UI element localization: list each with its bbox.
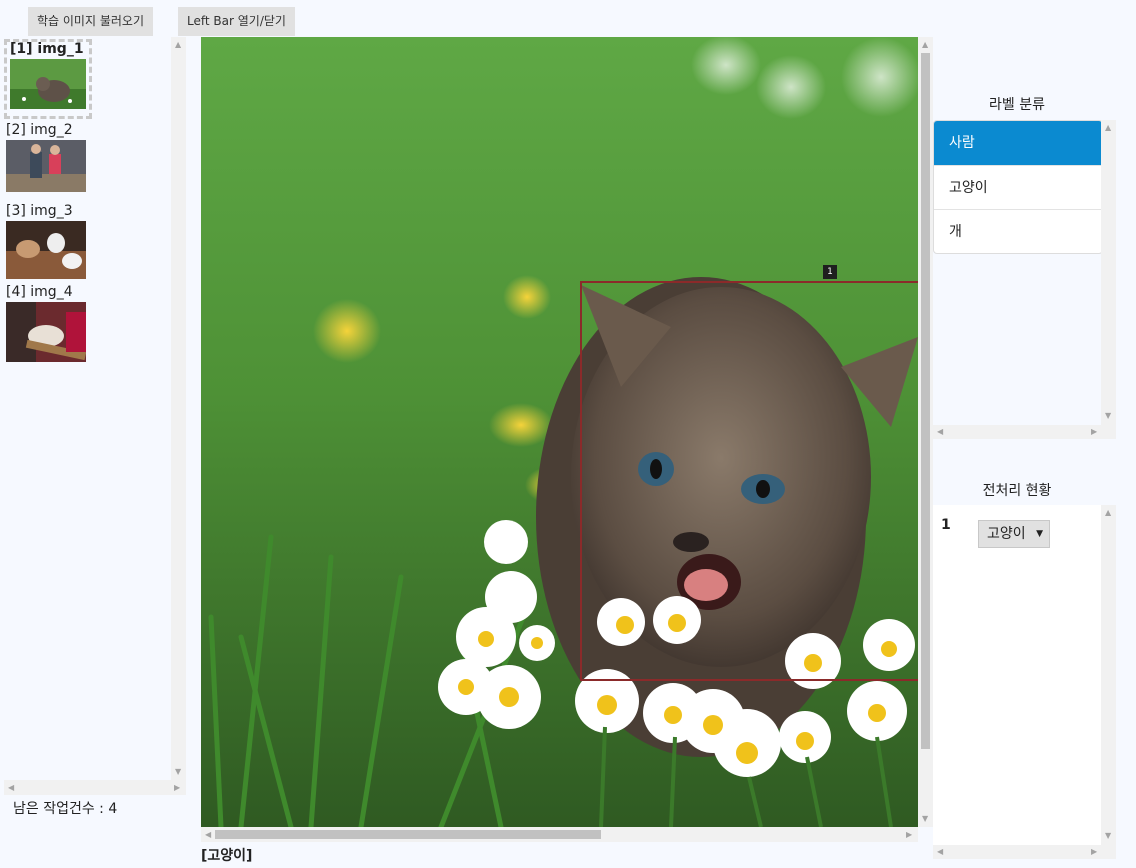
label-panel-horizontal-scrollbar[interactable]: ◀ ▶ — [933, 425, 1116, 439]
bounding-box-tag[interactable]: 1 — [823, 265, 837, 279]
label-class-dog[interactable]: 개 — [934, 209, 1102, 253]
label-class-list: 사람 고양이 개 — [933, 120, 1103, 254]
load-images-button[interactable]: 학습 이미지 불러오기 — [28, 7, 153, 36]
thumbnail-item-img-4[interactable]: [4] img_4 — [6, 284, 90, 362]
thumbnail-item-img-3[interactable]: [3] img_3 — [6, 203, 90, 279]
viewer-horizontal-scrollbar[interactable]: ◀ ▶ — [201, 827, 918, 842]
thumbnail-item-img-1[interactable]: [1] img_1 — [4, 39, 92, 119]
thumbnail-panel-horizontal-scrollbar[interactable]: ◀ ▶ — [4, 780, 186, 795]
preprocess-panel-horizontal-scrollbar[interactable]: ◀ ▶ — [933, 845, 1116, 859]
label-class-cat[interactable]: 고양이 — [934, 165, 1102, 209]
thumbnail-label: [2] img_2 — [6, 122, 73, 138]
preprocess-panel-vertical-scrollbar[interactable]: ▲ ▼ — [1101, 505, 1116, 845]
preprocess-panel-title: 전처리 현황 — [982, 483, 1052, 499]
toggle-left-bar-button[interactable]: Left Bar 열기/닫기 — [178, 7, 295, 36]
preprocess-row-index: 1 — [941, 517, 951, 533]
preprocess-class-value: 고양이 — [987, 526, 1026, 542]
thumbnail-image — [6, 302, 86, 362]
thumbnail-image — [10, 59, 86, 109]
thumbnail-panel-vertical-scrollbar[interactable]: ▲ ▼ — [171, 37, 186, 780]
viewer-vertical-scroll-thumb[interactable] — [921, 53, 930, 749]
preprocess-panel: 1 고양이 ▼ — [933, 505, 1101, 845]
thumbnail-item-img-2[interactable]: [2] img_2 — [6, 122, 90, 192]
image-viewer[interactable]: 1 — [201, 37, 918, 827]
thumbnail-image — [6, 140, 86, 192]
label-panel-title: 라벨 분류 — [989, 97, 1045, 113]
thumbnail-image — [6, 221, 86, 279]
thumbnail-label: [4] img_4 — [6, 284, 73, 300]
selected-label-caption: [고양이] — [201, 848, 253, 864]
bounding-box[interactable] — [580, 281, 918, 681]
thumbnail-panel: [1] img_1 [2] img_2 [3] img_3 [4] img_4 — [4, 37, 186, 795]
chevron-down-icon: ▼ — [1036, 529, 1043, 539]
viewer-horizontal-scroll-thumb[interactable] — [215, 830, 601, 839]
label-class-person[interactable]: 사람 — [934, 121, 1102, 165]
viewer-vertical-scrollbar[interactable]: ▲ ▼ — [918, 37, 933, 827]
label-panel-vertical-scrollbar[interactable]: ▲ ▼ — [1101, 120, 1116, 425]
preprocess-class-select[interactable]: 고양이 ▼ — [978, 520, 1050, 548]
thumbnail-label: [1] img_1 — [10, 41, 84, 57]
remaining-count: 남은 작업건수 : 4 — [13, 801, 118, 817]
thumbnail-label: [3] img_3 — [6, 203, 73, 219]
